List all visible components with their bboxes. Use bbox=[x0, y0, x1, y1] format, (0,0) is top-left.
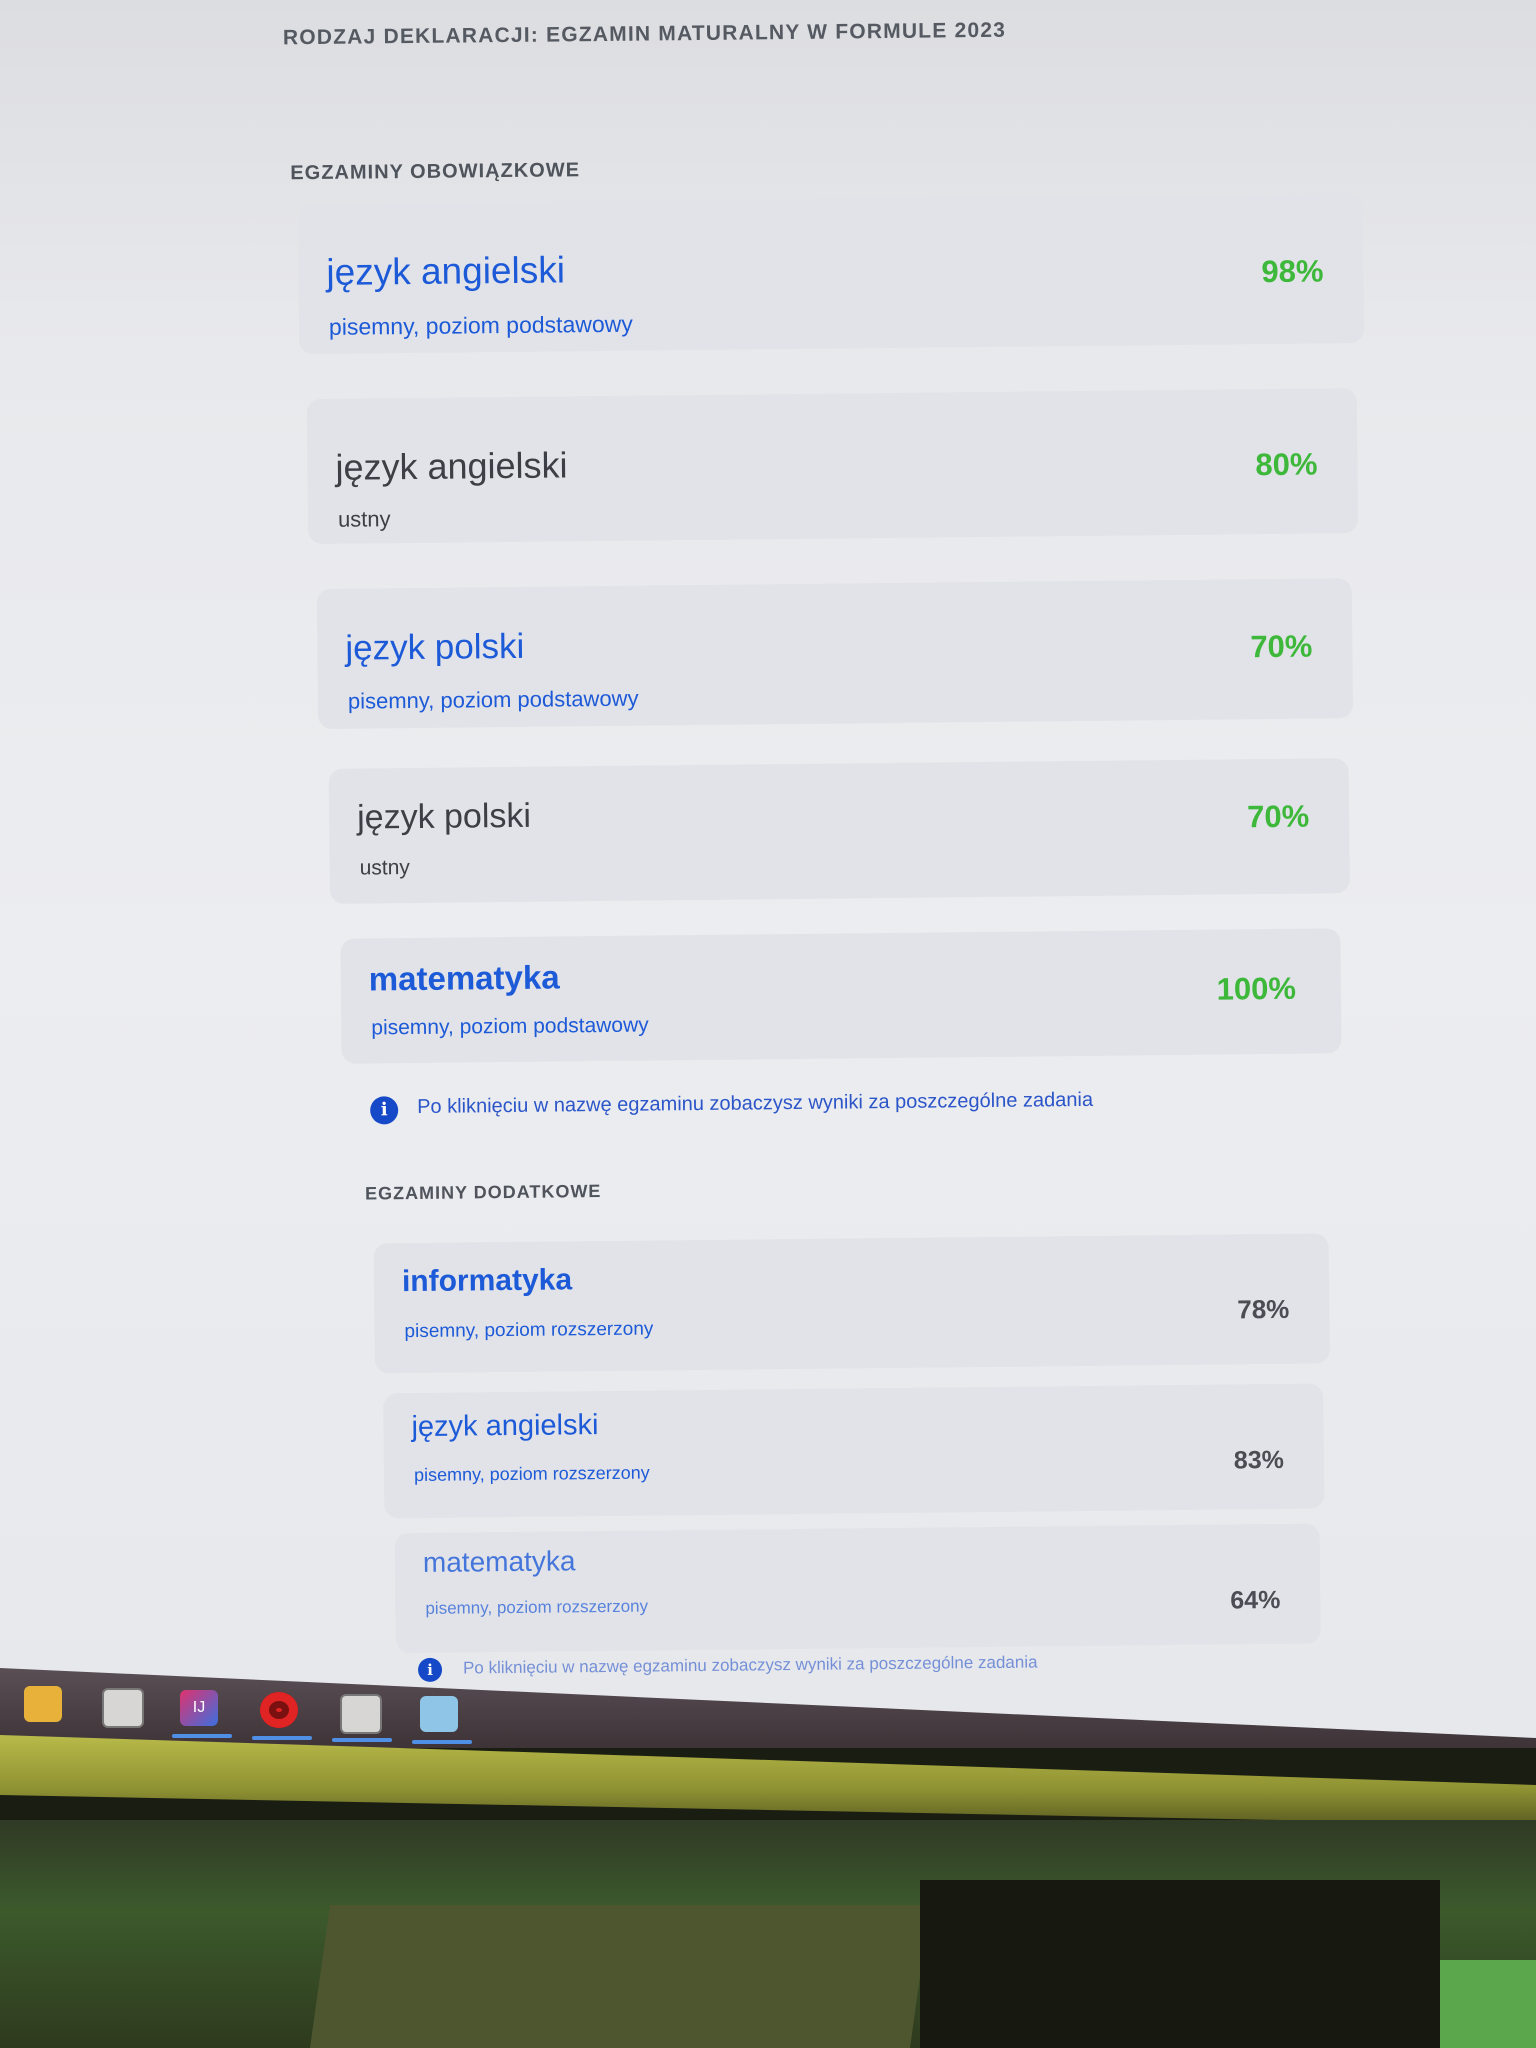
mandatory-info-note: Po kliknięciu w nazwę egzaminu zobaczysz… bbox=[417, 1088, 1094, 1118]
exam-subtitle: ustny bbox=[337, 506, 391, 532]
exam-card-polski-ustny[interactable]: język polski ustny 70% bbox=[328, 758, 1350, 904]
exam-score: 80% bbox=[1255, 446, 1318, 483]
exam-card-angielski-rozszerzony[interactable]: język angielski pisemny, poziom rozszerz… bbox=[383, 1383, 1325, 1519]
exam-subtitle: ustny bbox=[359, 856, 410, 880]
exam-card-matematyka-podstawowy[interactable]: matematyka pisemny, poziom podstawowy 10… bbox=[340, 928, 1342, 1064]
exam-card-polski-pisemny[interactable]: język polski pisemny, poziom podstawowy … bbox=[316, 578, 1354, 729]
exam-subtitle: pisemny, poziom podstawowy bbox=[347, 685, 639, 714]
exam-card-angielski-pisemny[interactable]: język angielski pisemny, poziom podstawo… bbox=[297, 193, 1365, 355]
active-indicator bbox=[332, 1738, 392, 1742]
exam-score: 70% bbox=[1246, 798, 1310, 835]
monitor-bezel bbox=[0, 1735, 1536, 1825]
notion-icon[interactable] bbox=[340, 1694, 382, 1734]
exam-card-informatyka[interactable]: informatyka pisemny, poziom rozszerzony … bbox=[373, 1233, 1330, 1374]
exam-score: 64% bbox=[1230, 1585, 1281, 1615]
desk-pad bbox=[309, 1905, 931, 2048]
exam-score: 70% bbox=[1250, 628, 1313, 665]
active-indicator bbox=[412, 1740, 472, 1744]
info-icon: i bbox=[370, 1096, 399, 1125]
exam-name-link[interactable]: informatyka bbox=[402, 1263, 572, 1299]
exam-card-matematyka-rozszerzony[interactable]: matematyka pisemny, poziom rozszerzony 6… bbox=[394, 1523, 1321, 1654]
active-indicator bbox=[172, 1734, 232, 1738]
desk-object bbox=[1440, 1960, 1536, 2048]
notepad-icon[interactable] bbox=[420, 1696, 458, 1732]
notion-icon[interactable] bbox=[102, 1688, 144, 1728]
additional-section-title: EGZAMINY DODATKOWE bbox=[364, 1181, 602, 1204]
desk-shadow bbox=[920, 1880, 1440, 2048]
declaration-title: RODZAJ DEKLARACJI: EGZAMIN MATURALNY W F… bbox=[282, 18, 1007, 50]
exam-name-link[interactable]: język angielski bbox=[411, 1409, 598, 1444]
mandatory-section-title: EGZAMINY OBOWIĄZKOWE bbox=[290, 159, 581, 185]
exam-name-link[interactable]: matematyka bbox=[369, 958, 560, 998]
exam-score: 98% bbox=[1261, 253, 1324, 290]
exam-subtitle: pisemny, poziom podstawowy bbox=[371, 1013, 649, 1040]
exam-name[interactable]: język angielski bbox=[335, 444, 568, 488]
exam-subtitle: pisemny, poziom rozszerzony bbox=[404, 1318, 654, 1343]
exam-score: 78% bbox=[1237, 1293, 1290, 1325]
exam-name-link[interactable]: język polski bbox=[345, 627, 524, 669]
opera-icon[interactable] bbox=[260, 1692, 298, 1728]
exam-subtitle: pisemny, poziom rozszerzony bbox=[413, 1462, 650, 1486]
exam-name-link[interactable]: matematyka bbox=[423, 1545, 576, 1579]
exam-name-link[interactable]: język angielski bbox=[326, 249, 565, 293]
info-icon: i bbox=[417, 1657, 443, 1682]
additional-info-note: Po kliknięciu w nazwę egzaminu zobaczysz… bbox=[462, 1652, 1038, 1678]
exam-score: 83% bbox=[1233, 1445, 1285, 1475]
monitor-screen: RODZAJ DEKLARACJI: EGZAMIN MATURALNY W F… bbox=[0, 0, 1536, 1745]
results-page: RODZAJ DEKLARACJI: EGZAMIN MATURALNY W F… bbox=[0, 0, 1536, 1707]
exam-subtitle: pisemny, poziom podstawowy bbox=[328, 310, 633, 340]
exam-name[interactable]: język polski bbox=[357, 797, 531, 838]
exam-card-angielski-ustny[interactable]: język angielski ustny 80% bbox=[306, 388, 1359, 545]
file-explorer-icon[interactable] bbox=[24, 1686, 62, 1722]
exam-subtitle: pisemny, poziom rozszerzony bbox=[425, 1596, 649, 1618]
active-indicator bbox=[252, 1736, 312, 1740]
exam-score: 100% bbox=[1216, 970, 1297, 1007]
intellij-icon[interactable]: IJ bbox=[180, 1690, 218, 1726]
